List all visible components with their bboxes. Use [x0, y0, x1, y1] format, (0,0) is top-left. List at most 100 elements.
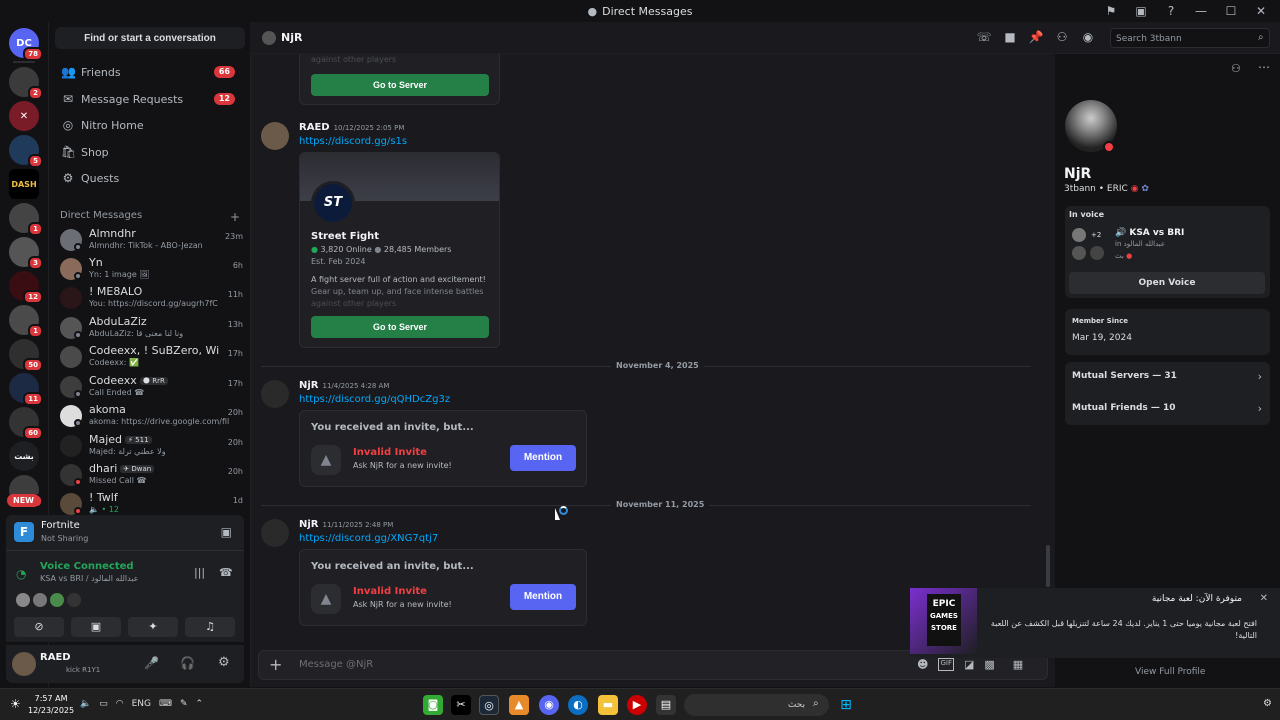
go-to-server-button[interactable]: Go to Server [311, 74, 489, 96]
dm-item[interactable]: Yn Yn: 1 image 🖼 6h [57, 255, 245, 283]
taskbar-search[interactable]: بحث [684, 694, 829, 716]
gift-icon[interactable]: ☻ [917, 658, 928, 671]
search-input[interactable]: Search 3tbann [1110, 28, 1270, 48]
nav-message-requests[interactable]: ✉ Message Requests 12 [55, 86, 245, 112]
volume-icon[interactable]: 🔈 [80, 699, 91, 709]
dm-item[interactable]: akoma akoma: https://drive.google.com/fil… [57, 402, 245, 430]
weather-icon[interactable]: ☀ [10, 697, 21, 711]
pen-icon[interactable]: ✎ [180, 699, 188, 709]
add-friend-icon[interactable]: ⚇ [1231, 62, 1241, 75]
more-options-icon[interactable]: ⋯ [1258, 60, 1270, 74]
close-window-button[interactable]: ✕ [1246, 4, 1276, 18]
video-call-icon[interactable]: ■ [1001, 30, 1019, 44]
server-icon[interactable]: ✕ [9, 101, 39, 131]
soundboard-icon[interactable]: ||| [194, 566, 205, 579]
voice-call-icon[interactable]: ☏ [975, 30, 993, 44]
inbox-flag-icon[interactable]: ⚑ [1096, 4, 1126, 18]
close-notification-icon[interactable]: ✕ [1260, 593, 1268, 604]
screen-icon[interactable]: ▣ [1126, 4, 1156, 18]
activity-panel[interactable]: F Fortnite Not Sharing ▣ [6, 515, 244, 550]
nav-friends[interactable]: 👥 Friends 66 [55, 59, 245, 85]
avatar[interactable] [12, 652, 36, 676]
server-icon[interactable]: بشت [9, 441, 39, 471]
app-icon[interactable]: ▤ [656, 695, 676, 715]
activities-button[interactable]: ✦ [128, 617, 178, 637]
avatar[interactable] [261, 380, 289, 408]
server-icon[interactable]: DASH [9, 169, 39, 199]
find-conversation-button[interactable]: Find or start a conversation [55, 27, 245, 49]
dm-item[interactable]: Codeexx 🌑 RrR Call Ended ☎ 17h [57, 373, 245, 401]
add-dm-button[interactable]: + [230, 210, 240, 224]
dm-item[interactable]: Almndhr Almndhr: TikTok - ABO-Jezan 23m [57, 226, 245, 254]
mutual-servers-row[interactable]: Mutual Servers — 31 › [1065, 362, 1270, 392]
file-explorer-icon[interactable]: ▬ [598, 695, 618, 715]
headphones-icon[interactable]: 🎧 [180, 656, 195, 670]
dm-item[interactable]: ! Twlf 🔈 • 12 1d [57, 490, 245, 518]
image-icon[interactable]: ▩ [984, 658, 994, 671]
help-icon[interactable]: ? [1156, 4, 1186, 18]
dm-item[interactable]: Codeexx, ! SuBZero, Witho...Codeexx: ✅17… [57, 343, 245, 371]
microphone-icon[interactable]: 🎤 [144, 656, 159, 670]
disconnect-icon[interactable]: ☎ [219, 566, 233, 579]
mention-button[interactable]: Mention [510, 445, 576, 471]
mention-button[interactable]: Mention [510, 584, 576, 610]
server-icon[interactable]: 3 [9, 237, 43, 270]
scrollbar[interactable] [1046, 545, 1050, 587]
discord-taskbar-icon[interactable]: ◉ [539, 695, 559, 715]
message-input[interactable]: Message @NjR [299, 659, 373, 670]
minimize-button[interactable]: — [1186, 4, 1216, 18]
go-to-server-button[interactable]: Go to Server [311, 316, 489, 338]
add-friends-icon[interactable]: ⚇ [1053, 30, 1071, 44]
pin-icon[interactable]: 📌 [1027, 30, 1045, 44]
language-indicator[interactable]: ENG [132, 699, 151, 709]
home-button[interactable]: DC 78 [9, 28, 43, 61]
avatar[interactable] [261, 519, 289, 547]
app-icon[interactable]: ◙ [423, 695, 443, 715]
open-voice-button[interactable]: Open Voice [1069, 272, 1265, 294]
windows-start-icon[interactable]: ⊞ [836, 695, 856, 715]
invite-link[interactable]: https://discord.gg/s1s [299, 136, 407, 147]
server-icon[interactable]: 2 [9, 67, 43, 100]
server-icon[interactable]: 60 [9, 407, 43, 440]
dm-item[interactable]: ! ME8ALO You: https://discord.gg/augrh7fC… [57, 284, 245, 312]
sticker-icon[interactable]: ◪ [964, 658, 974, 671]
server-icon[interactable]: 11 [9, 373, 43, 406]
dm-item[interactable]: AbduLaZiz AbduLaZiz: ونا لنا معنى قا 13h [57, 314, 245, 342]
dm-item[interactable]: Majed ⚡ 511 Majed: ولا عطني ترلة 20h [57, 432, 245, 460]
user-profile-icon[interactable]: ◉ [1079, 30, 1097, 44]
new-servers-pill[interactable]: NEW [7, 494, 40, 507]
keyboard-icon[interactable]: ⌨ [159, 699, 172, 709]
invite-link[interactable]: https://discord.gg/XNG7qtj7 [299, 533, 438, 544]
server-icon[interactable]: 50 [9, 339, 43, 372]
notification-settings-icon[interactable]: ⚙ [1263, 698, 1272, 709]
epic-games-notification[interactable]: EPIC GAMES STORE متوفرة الآن: لعبة مجانية … [910, 588, 1280, 658]
nav-quests[interactable]: ⚙ Quests [55, 165, 245, 191]
display-icon[interactable]: ▭ [99, 699, 108, 709]
nav-shop[interactable]: 🛍 Shop [55, 139, 245, 165]
mutual-friends-row[interactable]: Mutual Friends — 10 › [1065, 394, 1270, 424]
maximize-button[interactable]: ☐ [1216, 4, 1246, 18]
settings-gear-icon[interactable]: ⚙ [218, 655, 230, 670]
screen-share-icon[interactable]: ▣ [221, 525, 232, 539]
view-full-profile-link[interactable]: View Full Profile [1135, 667, 1205, 677]
nav-nitro-home[interactable]: ◎ Nitro Home [55, 112, 245, 138]
camera-off-button[interactable]: ⊘ [14, 617, 64, 637]
server-icon[interactable]: 1 [9, 305, 43, 338]
youtube-icon[interactable]: ▶ [627, 695, 647, 715]
attach-plus-icon[interactable]: + [269, 655, 282, 674]
apps-icon[interactable]: ▦ [1013, 658, 1023, 671]
edge-icon[interactable]: ◐ [568, 695, 588, 715]
steam-icon[interactable]: ◎ [479, 695, 499, 715]
soundboard-button[interactable]: ♫ [185, 617, 235, 637]
server-icon[interactable]: 1 [9, 203, 43, 236]
server-icon[interactable]: 12 [9, 271, 43, 304]
capcut-icon[interactable]: ✂ [451, 695, 471, 715]
vlc-icon[interactable]: ▲ [509, 695, 529, 715]
clock[interactable]: 7:57 AM 12/23/2025 [28, 693, 74, 717]
wifi-icon[interactable]: ◠ [116, 699, 124, 709]
screen-share-button[interactable]: ▣ [71, 617, 121, 637]
gif-icon[interactable]: GIF [938, 658, 954, 671]
chevron-up-icon[interactable]: ⌃ [196, 699, 204, 709]
avatar[interactable] [261, 122, 289, 150]
dm-item[interactable]: dhari ✈ Dwan Missed Call ☎ 20h [57, 461, 245, 489]
